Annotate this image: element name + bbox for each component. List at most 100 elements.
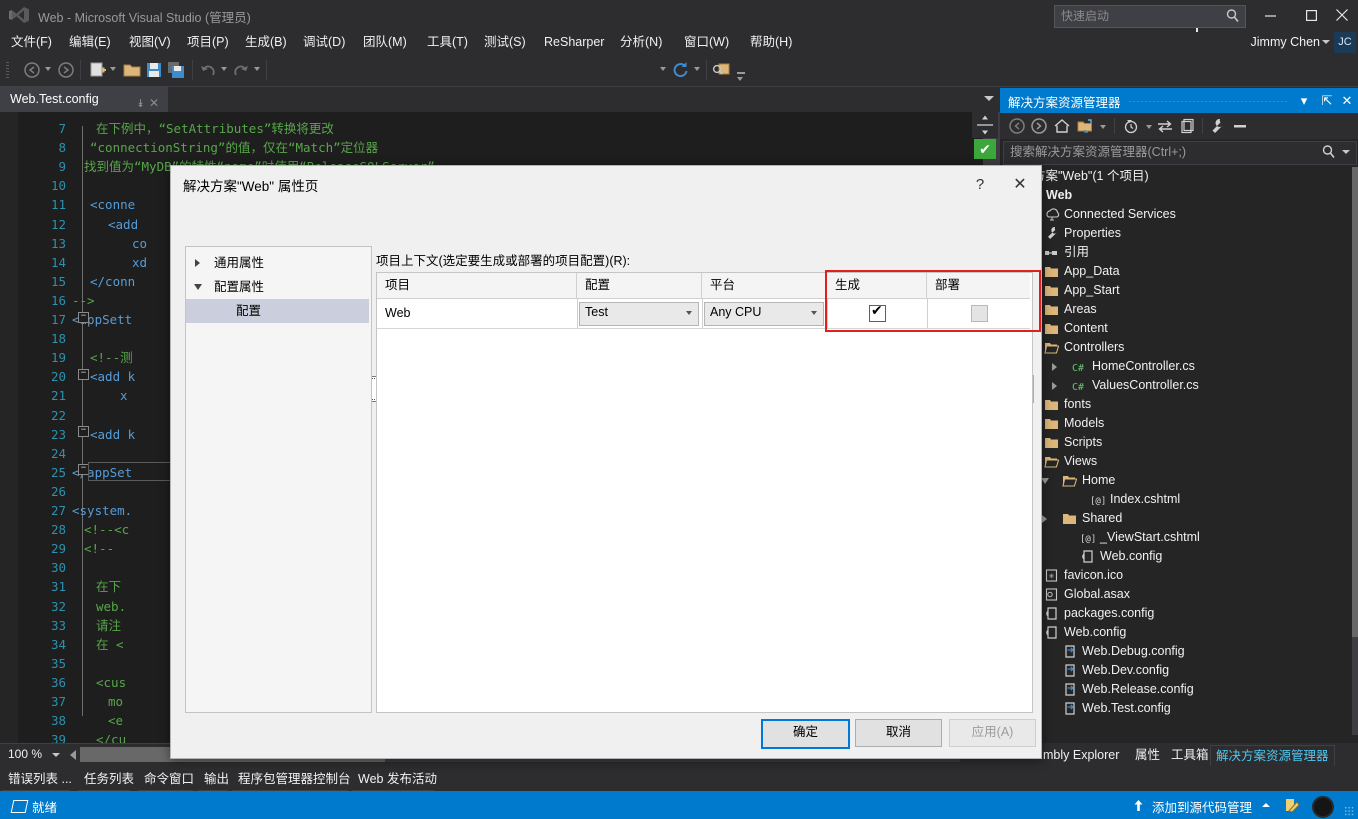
ok-button[interactable]: 确定 [761, 719, 850, 749]
cancel-button[interactable]: 取消 [855, 719, 942, 747]
bottom-tab-error-list[interactable]: 错误列表 ... [2, 768, 78, 790]
tree-item-web-dev-config[interactable]: Web.Dev.config [1000, 661, 1352, 680]
tree-item-views[interactable]: Views [1000, 452, 1352, 471]
chevron-right-icon[interactable] [1052, 363, 1057, 371]
column-header-deploy[interactable]: 部署 [927, 273, 1030, 298]
tree-item-web-1[interactable]: 解决方案"Web"(1 个项目) [1000, 167, 1352, 186]
code-line[interactable]: 请注 [96, 616, 121, 635]
redo-dropdown-icon[interactable] [254, 67, 260, 71]
new-project-icon[interactable] [88, 60, 108, 80]
menu-item-help[interactable]: 帮助(H) [743, 30, 799, 54]
code-line[interactable]: co [132, 234, 147, 253]
column-header-project[interactable]: 项目 [377, 273, 577, 298]
close-button[interactable]: ✕ [1006, 172, 1034, 198]
resize-grip[interactable] [1344, 806, 1354, 816]
bottom-tab-output[interactable]: 输出 [198, 768, 235, 790]
menu-item-analyze[interactable]: 分析(N) [613, 30, 669, 54]
tree-item-shared[interactable]: Shared [1000, 509, 1352, 528]
tree-item-favicon-ico[interactable]: ✳ favicon.ico [1000, 566, 1352, 585]
record-circle-icon[interactable] [1312, 796, 1334, 818]
code-line[interactable]: <add k [90, 367, 135, 386]
code-line[interactable]: <!-- [84, 539, 114, 558]
quick-launch-input[interactable] [1055, 6, 1221, 25]
search-options-dropdown-icon[interactable] [1342, 150, 1350, 154]
tree-item-scripts[interactable]: Scripts [1000, 433, 1352, 452]
chevron-down-icon[interactable] [1100, 125, 1106, 129]
close-button[interactable] [1326, 0, 1358, 30]
close-icon[interactable]: ✕ [1338, 92, 1356, 110]
show-all-files-icon[interactable] [1076, 117, 1096, 136]
menu-item-debug[interactable]: 调试(D) [296, 30, 352, 54]
tree-item-web-config[interactable]: Web.config [1000, 547, 1352, 566]
account-name[interactable]: Jimmy Chen [1251, 32, 1320, 52]
solution-explorer-search-input[interactable] [1004, 142, 1310, 162]
tree-item-viewstart-cshtml[interactable]: [@] _ViewStart.cshtml [1000, 528, 1352, 547]
code-line[interactable]: xd [132, 253, 147, 272]
tree-item-index-cshtml[interactable]: [@] Index.cshtml [1000, 490, 1352, 509]
code-line[interactable]: 在 < [96, 635, 124, 654]
avatar[interactable]: JC [1334, 32, 1356, 53]
chevron-down-icon[interactable]: ▾ [1295, 92, 1313, 110]
tree-item-global-asax[interactable]: Global.asax [1000, 585, 1352, 604]
menu-item-test[interactable]: 测试(S) [477, 30, 533, 54]
code-line[interactable]: <!--<c [84, 520, 129, 539]
pending-changes-icon[interactable] [1122, 117, 1142, 136]
menu-item-tools[interactable]: 工具(T) [420, 30, 475, 54]
tree-item-web-test-config[interactable]: Web.Test.config [1000, 699, 1352, 718]
start-debugging-dropdown-icon[interactable] [660, 67, 666, 71]
tree-item-controllers[interactable]: Controllers [1000, 338, 1352, 357]
panel-tab-properties[interactable]: 属性 [1130, 745, 1165, 765]
save-icon[interactable] [144, 60, 164, 80]
table-row[interactable]: Web Test Any CPU [377, 298, 1030, 329]
chevron-down-icon[interactable] [1322, 40, 1330, 44]
menu-item-team[interactable]: 团队(M) [356, 30, 414, 54]
navigate-back-dropdown-icon[interactable] [45, 67, 51, 71]
tree-item-[interactable]: 引用 [1000, 243, 1352, 262]
menu-item-resharper[interactable]: ReSharper [537, 30, 611, 54]
new-project-dropdown-icon[interactable] [110, 67, 116, 71]
dialog-category-tree[interactable]: 通用属性 配置属性 配置 [185, 246, 372, 713]
navigate-back-icon[interactable] [22, 60, 42, 80]
code-line[interactable]: <add k [90, 425, 135, 444]
code-line[interactable]: <conne [90, 195, 135, 214]
tree-item-properties[interactable]: Properties [1000, 224, 1352, 243]
code-line[interactable]: <!--测 [90, 348, 133, 367]
forward-icon[interactable] [1030, 117, 1050, 136]
code-line[interactable]: <system. [72, 501, 132, 520]
tree-item-home[interactable]: Home [1000, 471, 1352, 490]
cell-configuration-select[interactable]: Test [579, 302, 699, 326]
tree-item-app-data[interactable]: App_Data [1000, 262, 1352, 281]
pin-icon[interactable]: ⇱ [1318, 92, 1336, 110]
add-to-source-control-button[interactable]: 添加到源代码管理 [1152, 797, 1252, 816]
column-header-build[interactable]: 生成 [827, 273, 927, 298]
outline-collapse-toggle[interactable]: − [78, 426, 89, 437]
code-line[interactable]: </conn [90, 272, 135, 291]
scroll-left-icon[interactable] [70, 750, 76, 760]
tree-item-web-debug-config[interactable]: Web.Debug.config [1000, 642, 1352, 661]
save-all-icon[interactable] [166, 60, 186, 80]
outline-collapse-toggle[interactable]: − [78, 369, 89, 380]
tree-item-models[interactable]: Models [1000, 414, 1352, 433]
chevron-right-icon[interactable] [1042, 515, 1047, 523]
code-line[interactable]: </cu [96, 730, 126, 743]
code-line[interactable]: --> [72, 291, 95, 310]
refresh-dropdown-icon[interactable] [694, 67, 700, 71]
attach-process-icon[interactable] [712, 60, 732, 80]
code-line[interactable]: “connectionString”的值，仅在“Match”定位器 [90, 138, 378, 157]
menu-item-edit[interactable]: 编辑(E) [62, 30, 118, 54]
no-issues-found-icon[interactable]: ✔ [974, 139, 996, 159]
menu-item-window[interactable]: 窗口(W) [677, 30, 736, 54]
tree-item-configuration[interactable]: 配置 [186, 299, 369, 323]
document-tab-web-test-config[interactable]: Web.Test.config ⯯ ✕ [0, 87, 168, 112]
code-line[interactable]: <cus [96, 673, 126, 692]
sync-with-active-document-icon[interactable] [1156, 117, 1176, 136]
tree-item-content[interactable]: Content [1000, 319, 1352, 338]
code-line[interactable]: web. [96, 597, 126, 616]
build-checkbox[interactable] [869, 302, 886, 322]
home-icon[interactable] [1053, 117, 1073, 136]
chevron-down-icon[interactable] [1041, 478, 1049, 484]
tab-list-dropdown-icon[interactable] [984, 96, 994, 101]
bottom-tab-package-manager-console[interactable]: 程序包管理器控制台 [232, 768, 357, 790]
code-line[interactable]: 在下例中，“SetAttributes”转换将更改 [96, 119, 334, 138]
help-button[interactable]: ? [966, 172, 994, 198]
